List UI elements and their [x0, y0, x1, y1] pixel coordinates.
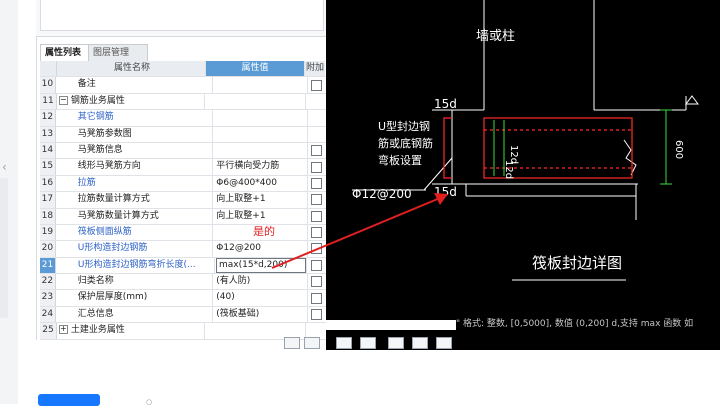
info-icon: ○ — [146, 398, 153, 406]
primary-button[interactable] — [38, 394, 100, 406]
annotation-arrow — [271, 193, 448, 269]
